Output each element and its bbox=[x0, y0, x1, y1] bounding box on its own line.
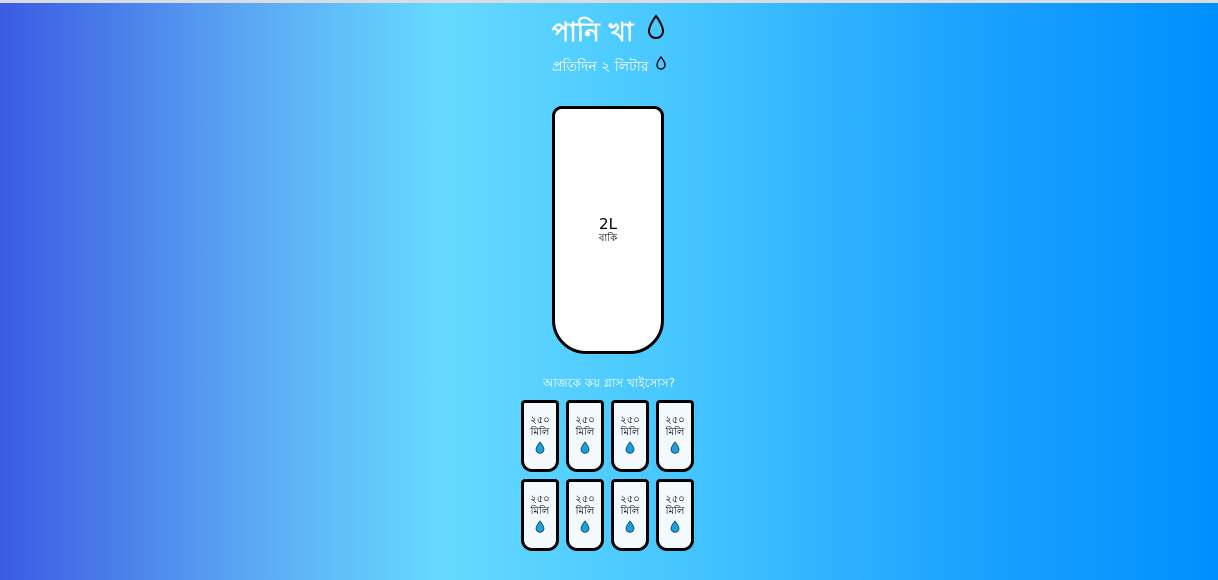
small-cup[interactable]: ২৫০ মিলি bbox=[566, 479, 604, 551]
page-title: পানি খা bbox=[0, 14, 1218, 50]
water-drop-icon bbox=[646, 14, 666, 49]
glass-count-question: আজকে কয় গ্লাস খাইসোস? bbox=[542, 376, 676, 390]
small-cup-unit: মিলি bbox=[530, 506, 550, 517]
small-cup[interactable]: ২৫০ মিলি bbox=[611, 400, 649, 472]
small-cup-unit: মিলি bbox=[530, 427, 550, 438]
small-cup-size: ২৫০ bbox=[620, 415, 640, 426]
water-drop-icon bbox=[580, 441, 590, 454]
small-cup[interactable]: ২৫০ মিলি bbox=[566, 400, 604, 472]
small-cup-unit: মিলি bbox=[620, 427, 640, 438]
small-cup-unit: মিলি bbox=[620, 506, 640, 517]
small-cup[interactable]: ২৫০ মিলি bbox=[656, 400, 694, 472]
water-drop-icon bbox=[535, 441, 545, 454]
big-water-cup: 2L বাকি bbox=[552, 106, 664, 354]
water-drop-icon bbox=[670, 520, 680, 533]
small-cup[interactable]: ২৫০ মিলি bbox=[521, 479, 559, 551]
small-cup-unit: মিলি bbox=[575, 427, 595, 438]
page-subtitle: প্রতিদিন ২ লিটার bbox=[0, 55, 1218, 78]
small-cup-size: ২৫০ bbox=[530, 494, 550, 505]
small-cup[interactable]: ২৫০ মিলি bbox=[521, 400, 559, 472]
water-drop-icon bbox=[656, 55, 666, 77]
small-cup-size: ২৫০ bbox=[620, 494, 640, 505]
small-cup-size: ২৫০ bbox=[530, 415, 550, 426]
water-tracker-app: পানি খা প্রতিদিন ২ লিটার 2L বাকি আজকে কয… bbox=[0, 0, 1218, 580]
small-cup-size: ২৫০ bbox=[665, 494, 685, 505]
water-drop-icon bbox=[625, 441, 635, 454]
small-cup[interactable]: ২৫০ মিলি bbox=[611, 479, 649, 551]
small-cup-unit: মিলি bbox=[665, 427, 685, 438]
small-cup-size: ২৫০ bbox=[575, 494, 595, 505]
page-title-text: পানি খা bbox=[551, 18, 634, 48]
water-drop-icon bbox=[535, 520, 545, 533]
small-cup-size: ২৫০ bbox=[575, 415, 595, 426]
small-cup-unit: মিলি bbox=[575, 506, 595, 517]
remaining-amount: 2L bbox=[599, 215, 617, 233]
remaining-indicator: 2L বাকি bbox=[555, 215, 661, 245]
remaining-label: বাকি bbox=[598, 233, 618, 244]
small-cup-unit: মিলি bbox=[665, 506, 685, 517]
water-drop-icon bbox=[580, 520, 590, 533]
water-drop-icon bbox=[625, 520, 635, 533]
small-cup[interactable]: ২৫০ মিলি bbox=[656, 479, 694, 551]
water-drop-icon bbox=[670, 441, 680, 454]
page-subtitle-text: প্রতিদিন ২ লিটার bbox=[552, 59, 649, 75]
small-cup-size: ২৫০ bbox=[665, 415, 685, 426]
